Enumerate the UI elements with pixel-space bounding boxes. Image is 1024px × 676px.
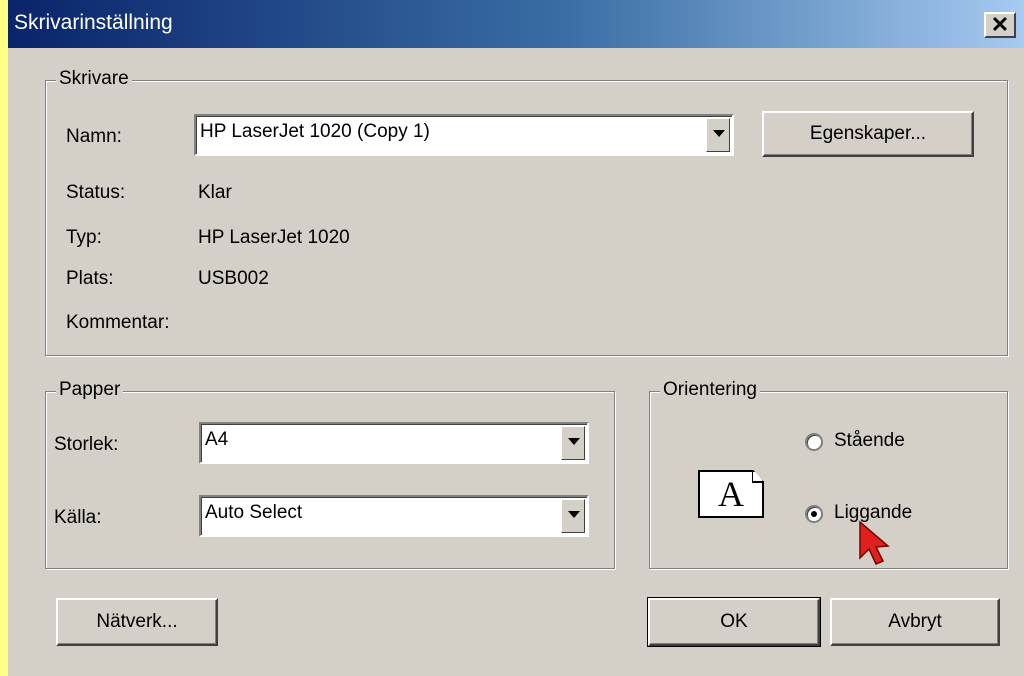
portrait-radio[interactable] [805,433,823,451]
portrait-label[interactable]: Stående [834,430,905,452]
landscape-radio[interactable] [805,505,823,523]
properties-button[interactable]: Egenskaper... [762,111,974,157]
page-fold-icon [752,470,764,483]
cancel-button[interactable]: Avbryt [830,598,1000,646]
paper-size-select[interactable]: A4 [199,422,589,464]
paper-source-label: Källa: [54,507,102,528]
type-value: HP LaserJet 1020 [198,227,350,248]
type-label: Typ: [66,227,102,248]
paper-size-value: A4 [205,429,229,450]
printer-name-label: Namn: [66,126,122,147]
paper-group-legend: Papper [56,379,124,401]
dropdown-arrow-icon[interactable] [561,426,585,460]
orientation-group-legend: Orientering [660,379,760,401]
ok-button[interactable]: OK [647,597,821,647]
paper-group: Papper [45,379,615,569]
print-setup-dialog: Skrivarinställning ✕ Skrivare Namn: HP L… [8,0,1024,676]
paper-source-select[interactable]: Auto Select [199,495,589,537]
status-value: Klar [198,182,232,203]
network-button[interactable]: Nätverk... [56,598,218,646]
printer-group-legend: Skrivare [56,68,132,90]
close-button[interactable]: ✕ [984,12,1016,38]
window-title: Skrivarinställning [14,11,173,34]
paper-source-value: Auto Select [205,502,303,523]
status-label: Status: [66,182,126,203]
dropdown-arrow-icon[interactable] [561,499,585,533]
location-label: Plats: [66,268,114,289]
close-icon: ✕ [990,12,1010,37]
dropdown-arrow-icon[interactable] [706,118,730,152]
mouse-cursor-icon [859,520,890,565]
comment-label: Kommentar: [66,312,170,333]
paper-size-label: Storlek: [54,434,119,455]
title-bar[interactable]: Skrivarinställning ✕ [8,0,1024,48]
location-value: USB002 [198,268,269,289]
printer-name-value: HP LaserJet 1020 (Copy 1) [200,121,430,142]
printer-name-select[interactable]: HP LaserJet 1020 (Copy 1) [194,114,734,156]
